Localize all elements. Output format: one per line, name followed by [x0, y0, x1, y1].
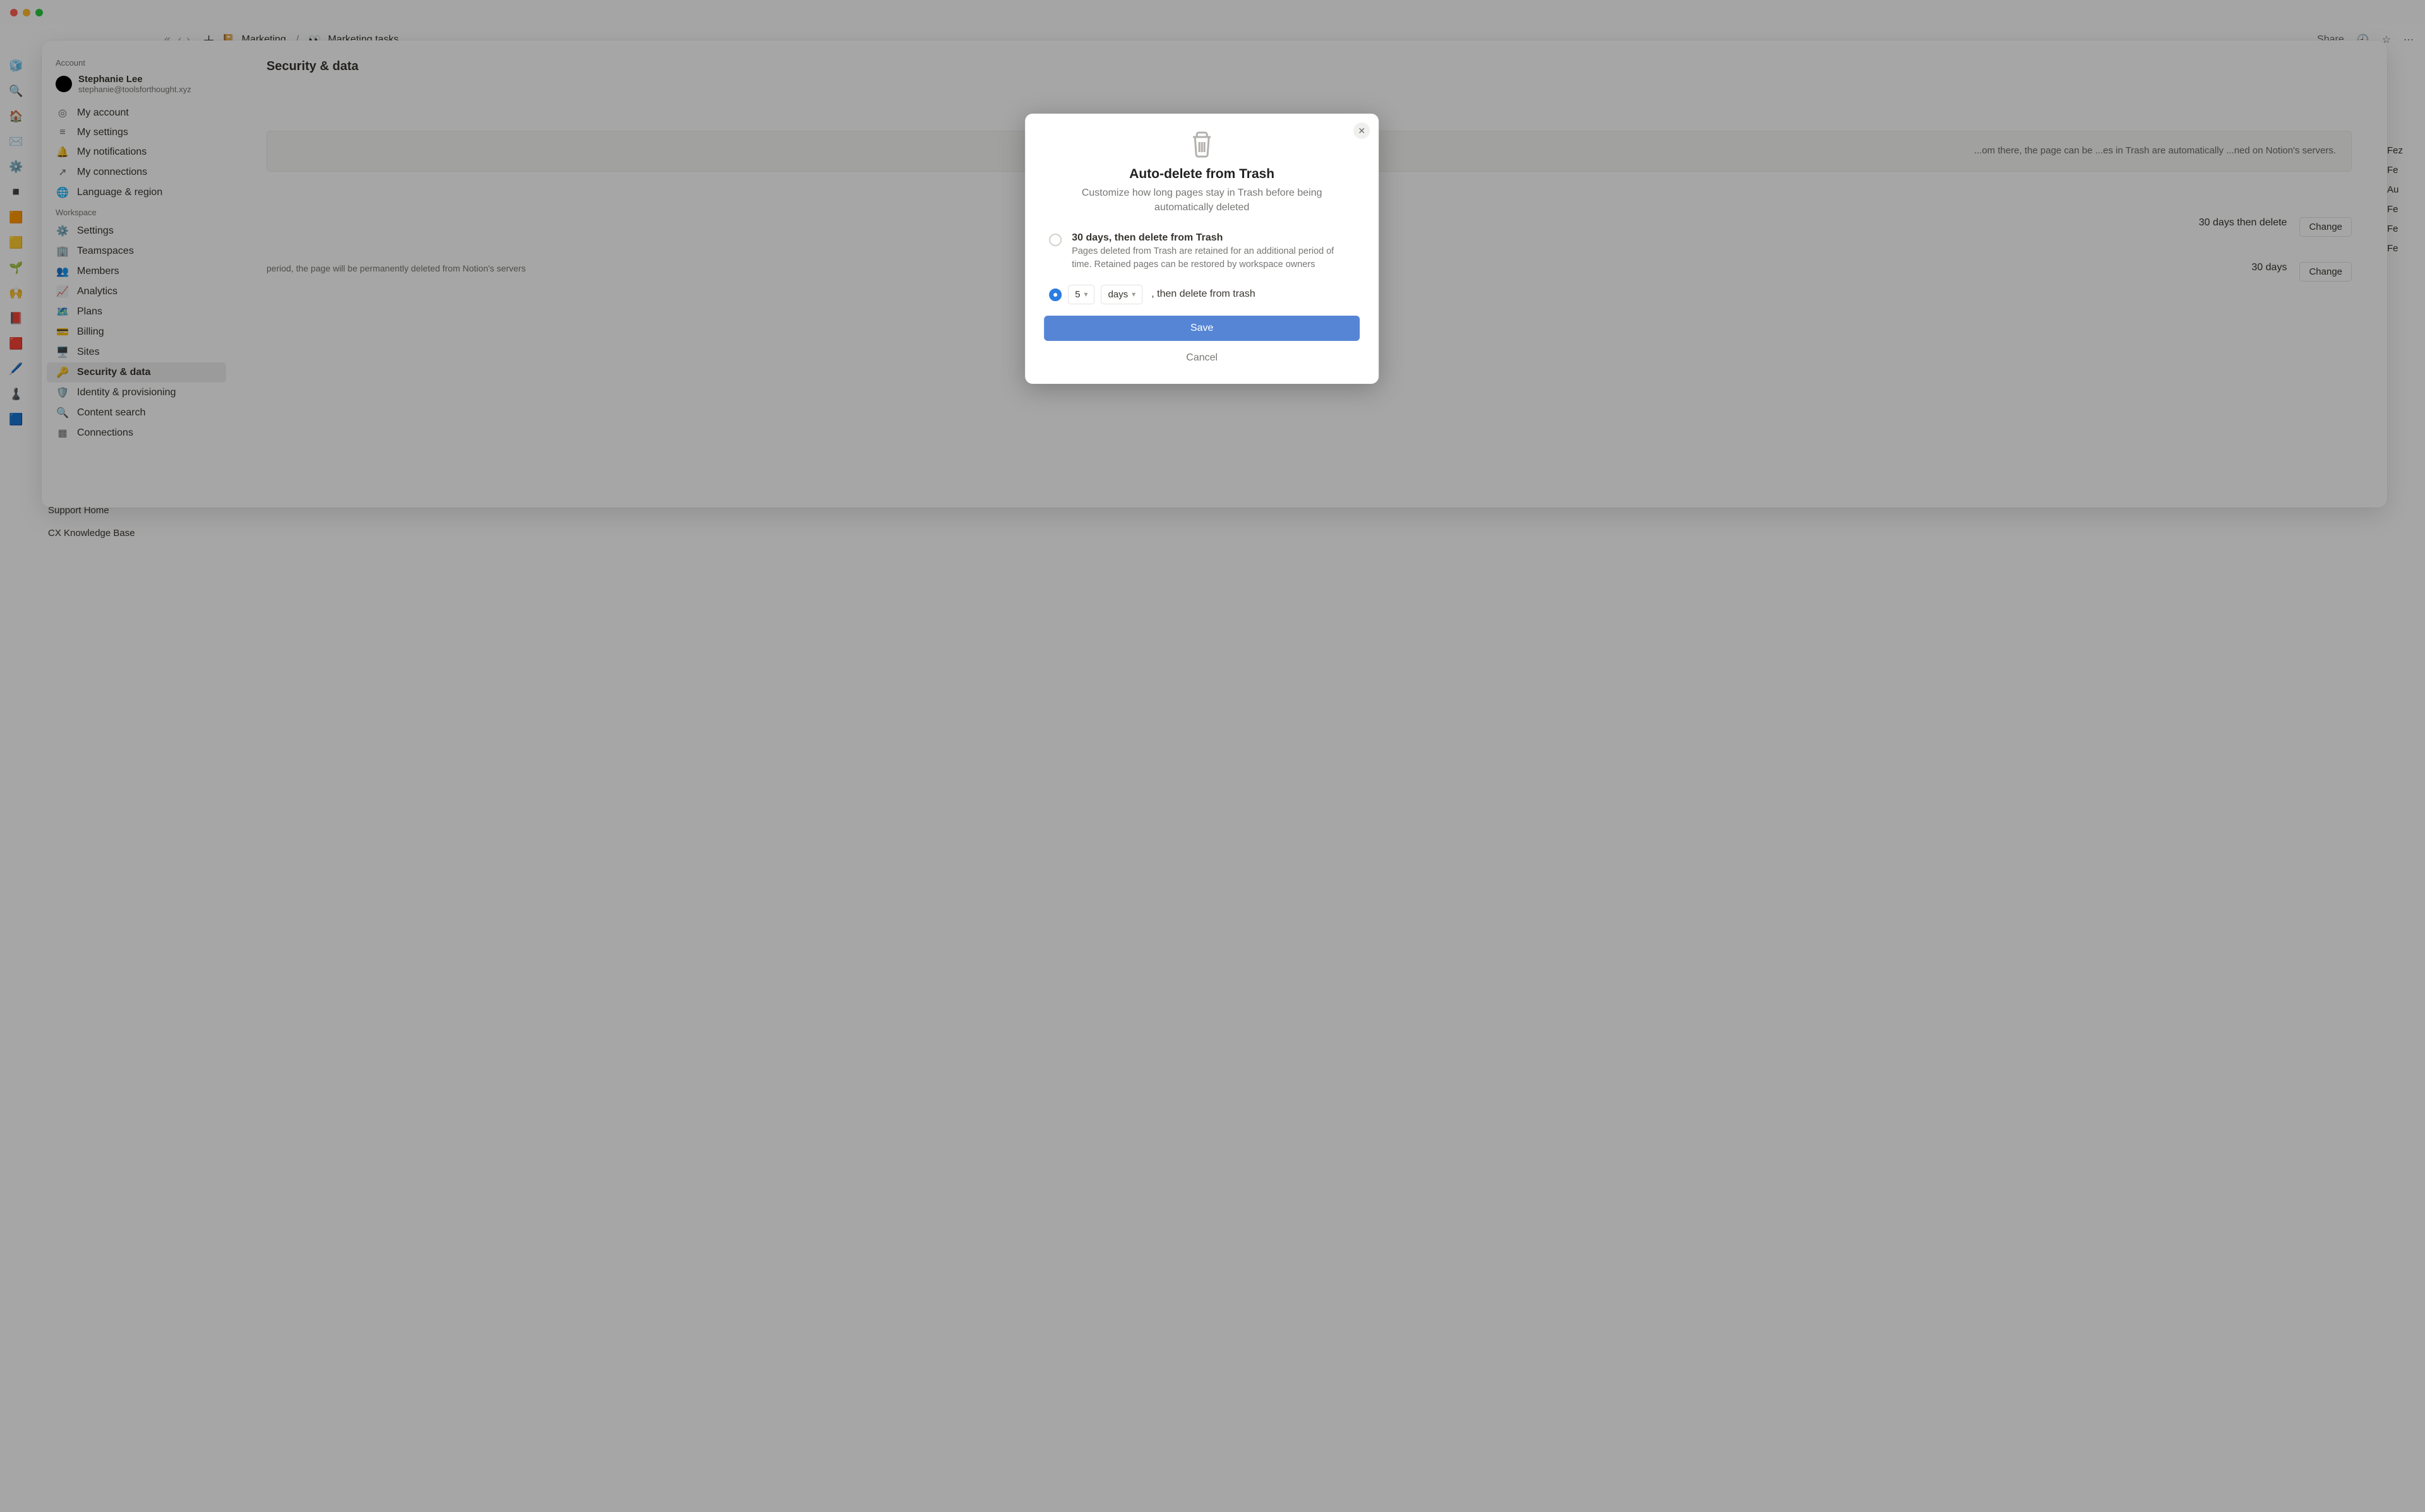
modal-subtitle: Customize how long pages stay in Trash b… — [1044, 186, 1360, 215]
autodelete-modal: ✕ Auto-delete from Trash Customize how l… — [1025, 114, 1379, 384]
radio-30days-title: 30 days, then delete from Trash — [1072, 232, 1355, 244]
duration-suffix: , then delete from trash — [1151, 289, 1255, 300]
close-icon[interactable]: ✕ — [1353, 122, 1370, 139]
radio-option-30days[interactable]: 30 days, then delete from Trash Pages de… — [1044, 229, 1360, 280]
duration-unit: days — [1108, 289, 1129, 300]
radio-30days-desc: Pages deleted from Trash are retained fo… — [1072, 245, 1355, 271]
radio-option-custom[interactable]: 5 ▾ days ▾ , then delete from trash — [1044, 280, 1360, 316]
duration-number-select[interactable]: 5 ▾ — [1068, 285, 1094, 304]
chevron-down-icon: ▾ — [1132, 290, 1135, 299]
chevron-down-icon: ▾ — [1084, 290, 1088, 299]
radio-custom-circle[interactable] — [1049, 289, 1062, 301]
duration-unit-select[interactable]: days ▾ — [1101, 285, 1143, 304]
save-button[interactable]: Save — [1044, 316, 1360, 341]
modal-title: Auto-delete from Trash — [1044, 167, 1360, 182]
duration-number: 5 — [1075, 289, 1080, 300]
radio-30days-circle[interactable] — [1049, 234, 1062, 246]
trash-icon — [1187, 130, 1216, 159]
cancel-button[interactable]: Cancel — [1044, 347, 1360, 369]
